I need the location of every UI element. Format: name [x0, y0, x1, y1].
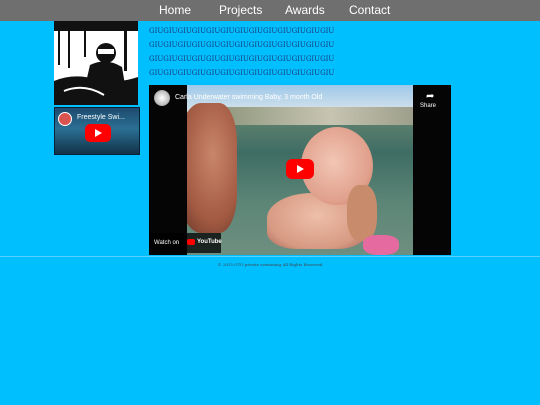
watch-on-label: Watch on [154, 240, 180, 246]
footer-divider [0, 256, 540, 257]
top-navigation-bar: Home Projects Awards Contact [0, 0, 540, 21]
play-button[interactable] [286, 159, 314, 179]
nav-contact-link[interactable]: Contact [349, 0, 390, 21]
share-button[interactable]: ➦ Share [417, 90, 445, 112]
gibberish-text-line: GIUGIUGIUGIUGIUGIUGIUGIUGIUGIUGIUGIUGIU [149, 55, 335, 63]
main-video-embed[interactable]: Carla Underwater swimming Baby, 3 month … [149, 85, 451, 255]
gibberish-text-line: GIUGIUGIUGIUGIUGIUGIUGIUGIUGIUGIUGIUGIU [149, 27, 335, 35]
channel-avatar-icon[interactable] [154, 90, 170, 106]
youtube-wordmark: YouTube [197, 239, 222, 245]
play-icon [95, 129, 102, 137]
play-button[interactable] [85, 124, 111, 142]
share-icon: ➦ [426, 91, 435, 102]
channel-avatar-icon [58, 112, 72, 126]
nav-projects-link[interactable]: Projects [219, 0, 262, 21]
watch-on-youtube-button[interactable]: Watch on YouTube [149, 233, 222, 253]
youtube-logo-icon [187, 239, 195, 245]
footer-copyright: © 2015 OTO private swimming All Rights R… [217, 262, 323, 267]
gibberish-text-line: GIUGIUGIUGIUGIUGIUGIUGIUGIUGIUGIUGIUGIU [149, 69, 335, 77]
video-title[interactable]: Carla Underwater swimming Baby, 3 month … [175, 94, 322, 101]
share-label: Share [420, 103, 437, 109]
nav-home-link[interactable]: Home [159, 0, 191, 21]
sidebar-video-embed[interactable]: Freestyle Swi... [54, 107, 140, 155]
swimmer-photo-image [54, 21, 138, 105]
sidebar-video-title[interactable]: Freestyle Swi... [77, 114, 125, 121]
play-icon [297, 165, 304, 173]
nav-awards-link[interactable]: Awards [285, 0, 325, 21]
gibberish-text-line: GIUGIUGIUGIUGIUGIUGIUGIUGIUGIUGIUGIUGIU [149, 41, 335, 49]
sidebar-profile-photo [54, 21, 138, 105]
